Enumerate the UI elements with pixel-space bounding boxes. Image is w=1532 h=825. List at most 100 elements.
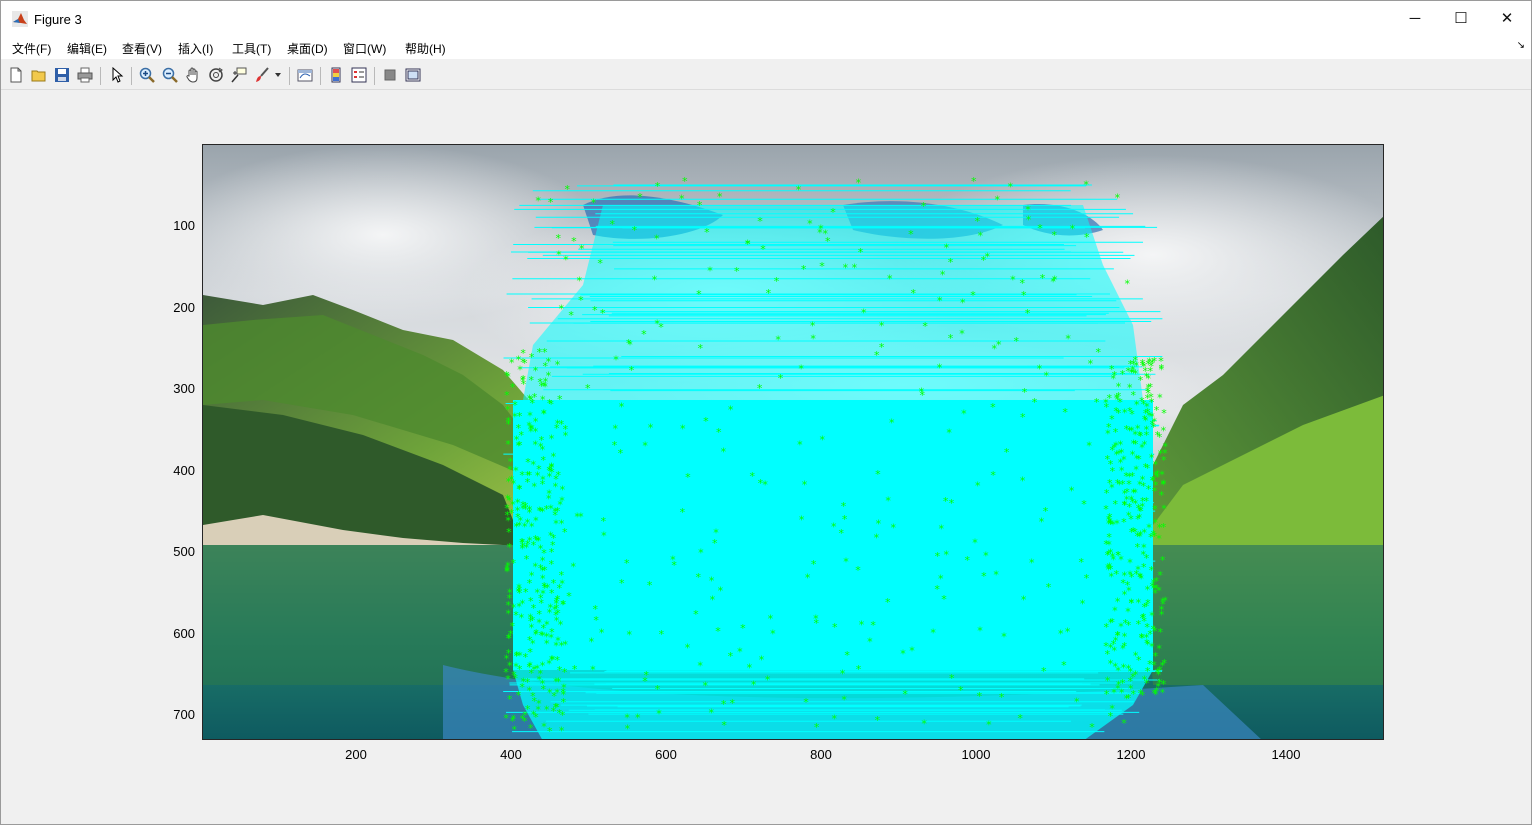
feature-point-marker: * [540,473,546,486]
feature-point-marker: * [549,558,555,571]
feature-point-marker: * [619,400,625,413]
open-file-icon[interactable] [30,66,48,84]
feature-point-marker: * [1142,413,1148,426]
feature-point-marker: * [685,641,691,654]
feature-point-marker: * [1108,546,1114,559]
feature-point-marker: * [535,195,541,208]
show-plot-tools-icon[interactable] [404,66,422,84]
feature-point-marker: * [852,261,858,274]
feature-point-marker: * [528,615,534,628]
feature-point-marker: * [887,272,893,285]
menu-window[interactable]: 窗口(W) [343,40,386,57]
feature-point-marker: * [1069,484,1075,497]
close-button[interactable]: ✕ [1484,1,1530,35]
menu-insert[interactable]: 插入(I) [178,40,213,57]
dock-arrow-icon[interactable]: ↘ [1517,40,1525,51]
feature-point-marker: * [709,575,715,588]
save-icon[interactable] [53,66,71,84]
x-tick-label: 1400 [1271,747,1301,762]
y-tick-label: 600 [173,626,195,641]
feature-point-marker: * [937,361,943,374]
y-tick-label: 400 [173,463,195,478]
menu-view[interactable]: 查看(V) [122,40,162,57]
feature-point-marker: * [542,346,548,359]
feature-point-marker: * [1051,229,1057,242]
feature-point-marker: * [559,303,565,316]
feature-point-marker: * [940,269,946,282]
menu-tools[interactable]: 工具(T) [232,40,271,57]
menu-edit[interactable]: 编辑(E) [67,40,107,57]
zoom-in-icon[interactable] [138,66,156,84]
feature-point-marker: * [1061,659,1067,672]
feature-point-marker: * [697,199,703,212]
zoom-out-icon[interactable] [161,66,179,84]
feature-point-marker: * [1010,273,1016,286]
feature-point-marker: * [548,196,554,209]
feature-point-marker: * [977,625,983,638]
data-cursor-icon[interactable] [230,66,248,84]
feature-point-marker: * [571,561,577,574]
feature-point-marker: * [1110,465,1116,478]
feature-point-marker: * [505,370,511,383]
feature-point-marker: * [538,592,544,605]
feature-point-marker: * [717,191,723,204]
feature-point-marker: * [1125,579,1131,592]
feature-point-marker: * [961,408,967,421]
feature-point-marker: * [1096,346,1102,359]
plot-axes[interactable]: * * * * * * * * * * * * * * * * * * * * * * * * * * * * * * * * * * * * * * * *… [202,144,1384,740]
rotate-3d-icon[interactable] [207,66,225,84]
menu-file[interactable]: 文件(F) [12,40,51,57]
feature-point-marker: * [751,678,757,691]
feature-point-marker: * [513,609,519,622]
brush-dropdown-icon[interactable] [273,66,283,84]
feature-point-marker: * [626,628,632,641]
feature-point-marker: * [568,309,574,322]
feature-point-marker: * [983,549,989,562]
feature-point-marker: * [977,690,983,703]
feature-point-marker: * [1152,625,1158,638]
x-tick-label: 1000 [961,747,991,762]
feature-point-marker: * [1141,480,1147,493]
feature-point-marker: * [1115,191,1121,204]
feature-point-marker: * [1129,494,1135,507]
feature-point-marker: * [504,389,510,402]
link-plot-icon[interactable] [296,66,314,84]
pan-hand-icon[interactable] [184,66,202,84]
select-arrow-icon[interactable] [108,66,126,84]
feature-point-marker: * [1021,593,1027,606]
maximize-button[interactable]: ☐ [1438,1,1484,35]
hide-plot-tools-icon[interactable] [381,66,399,84]
feature-point-marker: * [591,197,597,210]
feature-point-marker: * [810,320,816,333]
feature-point-marker: * [579,242,585,255]
menu-help[interactable]: 帮助(H) [405,40,446,57]
legend-icon[interactable] [350,66,368,84]
feature-point-marker: * [842,513,848,526]
feature-point-marker: * [841,694,847,707]
feature-point-marker: * [1162,440,1168,453]
feature-point-marker: * [585,382,591,395]
feature-point-marker: * [885,495,891,508]
feature-point-marker: * [679,192,685,205]
feature-point-marker: * [1007,180,1013,193]
x-tick-label: 600 [655,747,677,762]
feature-point-marker: * [1121,453,1127,466]
feature-point-marker: * [504,563,510,576]
feature-point-marker: * [1083,178,1089,191]
feature-point-marker: * [644,669,650,682]
feature-point-marker: * [1001,631,1007,644]
minimize-button[interactable]: ─ [1392,1,1438,35]
new-figure-icon[interactable] [7,66,25,84]
menu-desktop[interactable]: 桌面(D) [287,40,328,57]
x-tick-label: 1200 [1116,747,1146,762]
feature-point-marker: * [855,564,861,577]
print-icon[interactable] [76,66,94,84]
feature-point-marker: * [547,725,553,738]
brush-icon[interactable] [253,66,271,84]
feature-point-marker: * [507,592,513,605]
feature-point-marker: * [759,653,765,666]
feature-point-marker: * [1088,357,1094,370]
colorbar-icon[interactable] [327,66,345,84]
feature-point-marker: * [523,503,529,516]
feature-point-marker: * [737,645,743,658]
